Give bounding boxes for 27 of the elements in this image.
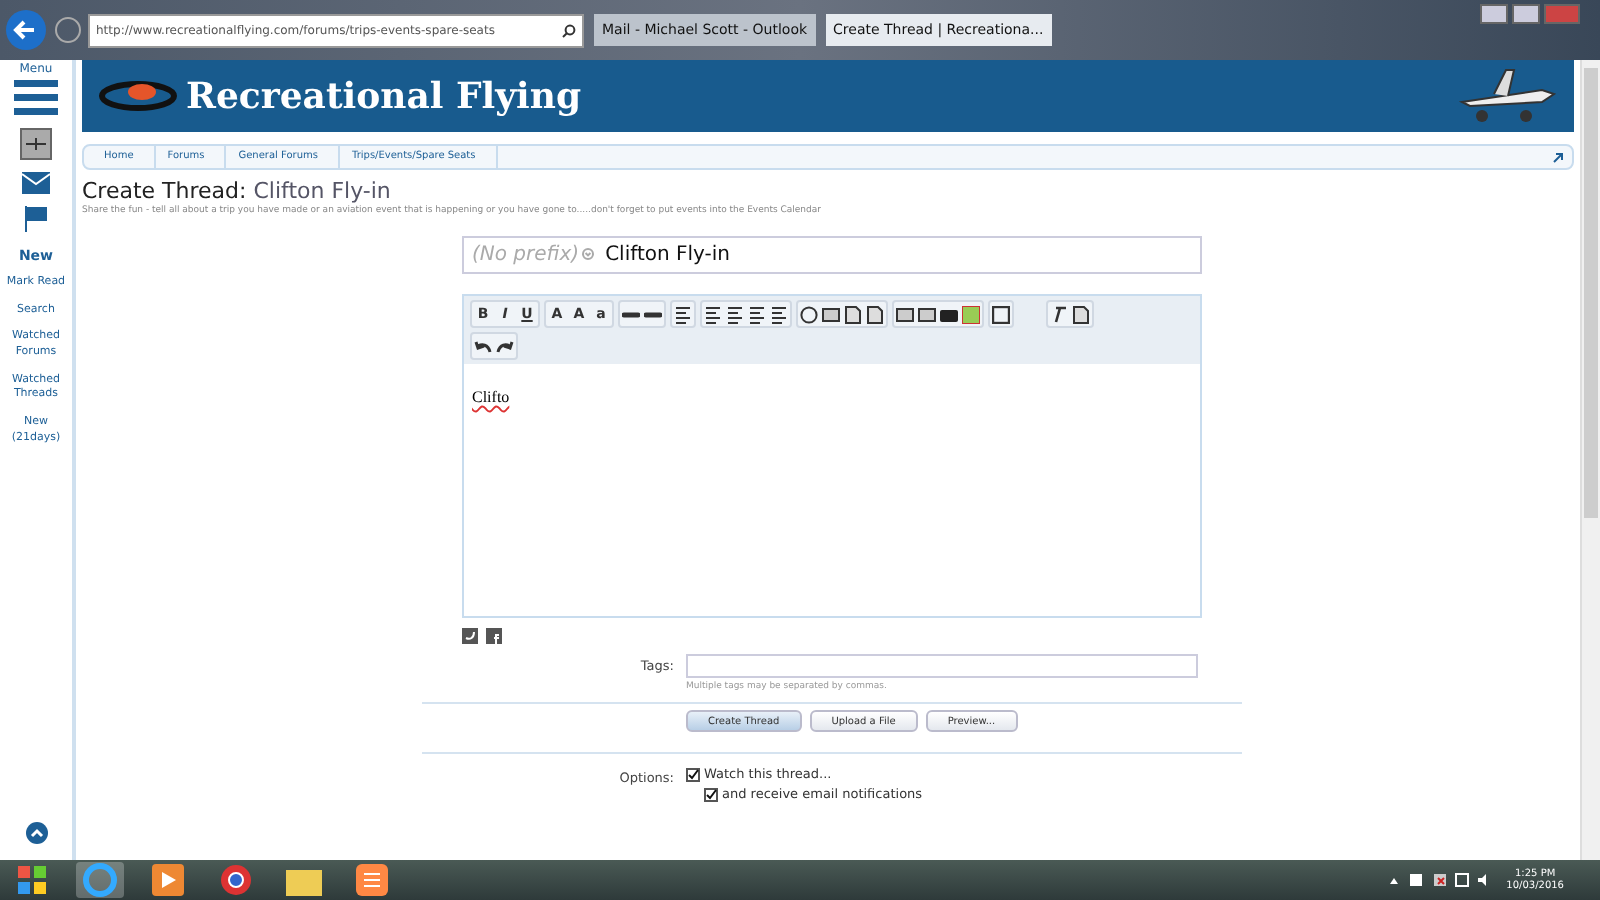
back-button-icon[interactable] [4,8,48,52]
maximize-icon[interactable] [1512,4,1540,24]
list-icon[interactable] [702,302,724,326]
align-icon[interactable] [672,302,694,326]
tags-field[interactable] [686,654,1198,678]
minimize-icon[interactable] [1480,4,1508,24]
image-icon[interactable] [820,302,842,326]
scroll-up-icon[interactable] [25,822,47,844]
image-icon[interactable] [916,302,938,326]
swoosh-logo-icon [98,76,178,116]
checkbox[interactable] [704,787,718,801]
search-icon[interactable] [562,23,576,37]
tray-icons-drawing[interactable] [1390,872,1491,888]
site-title[interactable]: Recreational Flying [186,75,582,117]
scrollbar-thumb[interactable] [1584,68,1598,518]
envelope-icon[interactable] [22,172,50,194]
forward-button-icon[interactable] [54,16,82,44]
image-icon[interactable] [894,302,916,326]
list-icon[interactable] [724,302,746,326]
letter-f-icon[interactable] [486,628,502,644]
editor-text[interactable]: Clifto [472,388,510,406]
menu-icon[interactable] [14,80,58,116]
page-icon[interactable] [1070,302,1092,326]
airplane-icon [1454,66,1558,126]
checkbox[interactable] [686,767,700,781]
page-heading: Create Thread: Clifton Fly-in [82,178,393,204]
pages-icon[interactable] [842,302,864,326]
